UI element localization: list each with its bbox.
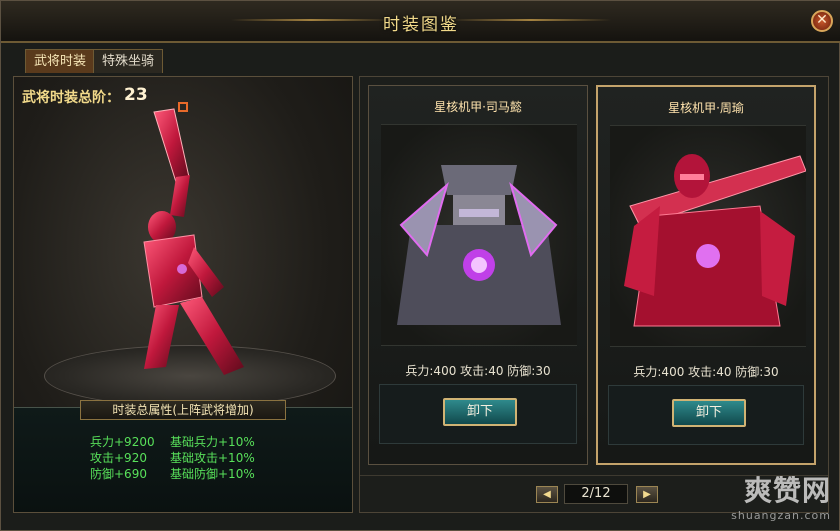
attribute-base-troops: 基础兵力+10% <box>170 435 255 449</box>
title-bar: 时装图鉴 ✕ <box>1 1 840 43</box>
watermark-url: shuangzan.com <box>731 509 831 522</box>
unequip-button[interactable]: 卸下 <box>443 398 517 426</box>
costume-list-panel: 星核机甲·司马懿 兵力:400 攻击:40 防御:30 卸下 星核机甲·周瑜 兵… <box>359 76 829 513</box>
attribute-row: 防御+690 基础防御+10% <box>90 466 255 482</box>
purple-mech-image <box>397 165 561 325</box>
total-rank-value: 23 <box>124 85 148 105</box>
tab-special-mount[interactable]: 特殊坐骑 <box>93 49 164 73</box>
hero-figure-image <box>143 108 244 375</box>
attribute-troops: 兵力+9200 <box>90 435 155 449</box>
costume-preview-panel: 武将时装总阶： 23 时装总属性(上阵武将增加) 兵力+9200 基础兵力+10… <box>13 76 353 513</box>
watermark-title: 爽赞网 <box>743 474 831 507</box>
costume-stats: 兵力:400 攻击:40 防御:30 <box>633 365 779 379</box>
costume-portrait <box>610 125 807 347</box>
triangle-left-icon: ◀ <box>543 489 551 500</box>
red-mech-image <box>624 154 807 327</box>
attribute-list: 兵力+9200 基础兵力+10% 攻击+920 基础攻击+10% 防御+690 基础防… <box>90 434 255 482</box>
unequip-button[interactable]: 卸下 <box>672 399 746 427</box>
costume-catalog-window: 时装图鉴 ✕ 武将时装 特殊坐骑 武将时装总阶： 23 时装总属性(上阵武将增加… <box>0 0 840 531</box>
prev-page-button[interactable]: ◀ <box>536 486 558 503</box>
next-page-button[interactable]: ▶ <box>636 486 658 503</box>
triangle-right-icon: ▶ <box>643 489 651 500</box>
costume-portrait <box>381 124 577 346</box>
attribute-base-attack: 基础攻击+10% <box>170 451 255 465</box>
attribute-base-defense: 基础防御+10% <box>170 467 255 481</box>
attribute-row: 攻击+920 基础攻击+10% <box>90 450 255 466</box>
attribute-defense: 防御+690 <box>90 467 147 481</box>
costume-name: 星核机甲·周瑜 <box>668 101 744 115</box>
attribute-summary-title: 时装总属性(上阵武将增加) <box>80 400 286 420</box>
costume-card-selected[interactable]: 星核机甲·周瑜 兵力:400 攻击:40 防御:30 卸下 <box>596 85 816 465</box>
attribute-summary: 时装总属性(上阵武将增加) 兵力+9200 基础兵力+10% 攻击+920 基础攻击… <box>14 400 352 512</box>
close-icon: ✕ <box>816 12 828 28</box>
card-action-area: 卸下 <box>379 384 577 444</box>
tab-general-costume[interactable]: 武将时装 <box>25 49 96 73</box>
card-action-area: 卸下 <box>608 385 804 445</box>
costume-name: 星核机甲·司马懿 <box>434 100 522 114</box>
page-indicator: 2/12 <box>564 484 628 504</box>
attribute-row: 兵力+9200 基础兵力+10% <box>90 434 255 450</box>
total-rank-label: 武将时装总阶： <box>22 90 120 106</box>
close-button[interactable]: ✕ <box>811 10 833 32</box>
title-decoration-right <box>451 19 611 21</box>
window-title: 时装图鉴 <box>383 15 459 35</box>
site-watermark: 爽赞网 shuangzan.com <box>731 469 831 522</box>
costume-card[interactable]: 星核机甲·司马懿 兵力:400 攻击:40 防御:30 卸下 <box>368 85 588 465</box>
attribute-attack: 攻击+920 <box>90 451 147 465</box>
costume-stats: 兵力:400 攻击:40 防御:30 <box>405 364 551 378</box>
